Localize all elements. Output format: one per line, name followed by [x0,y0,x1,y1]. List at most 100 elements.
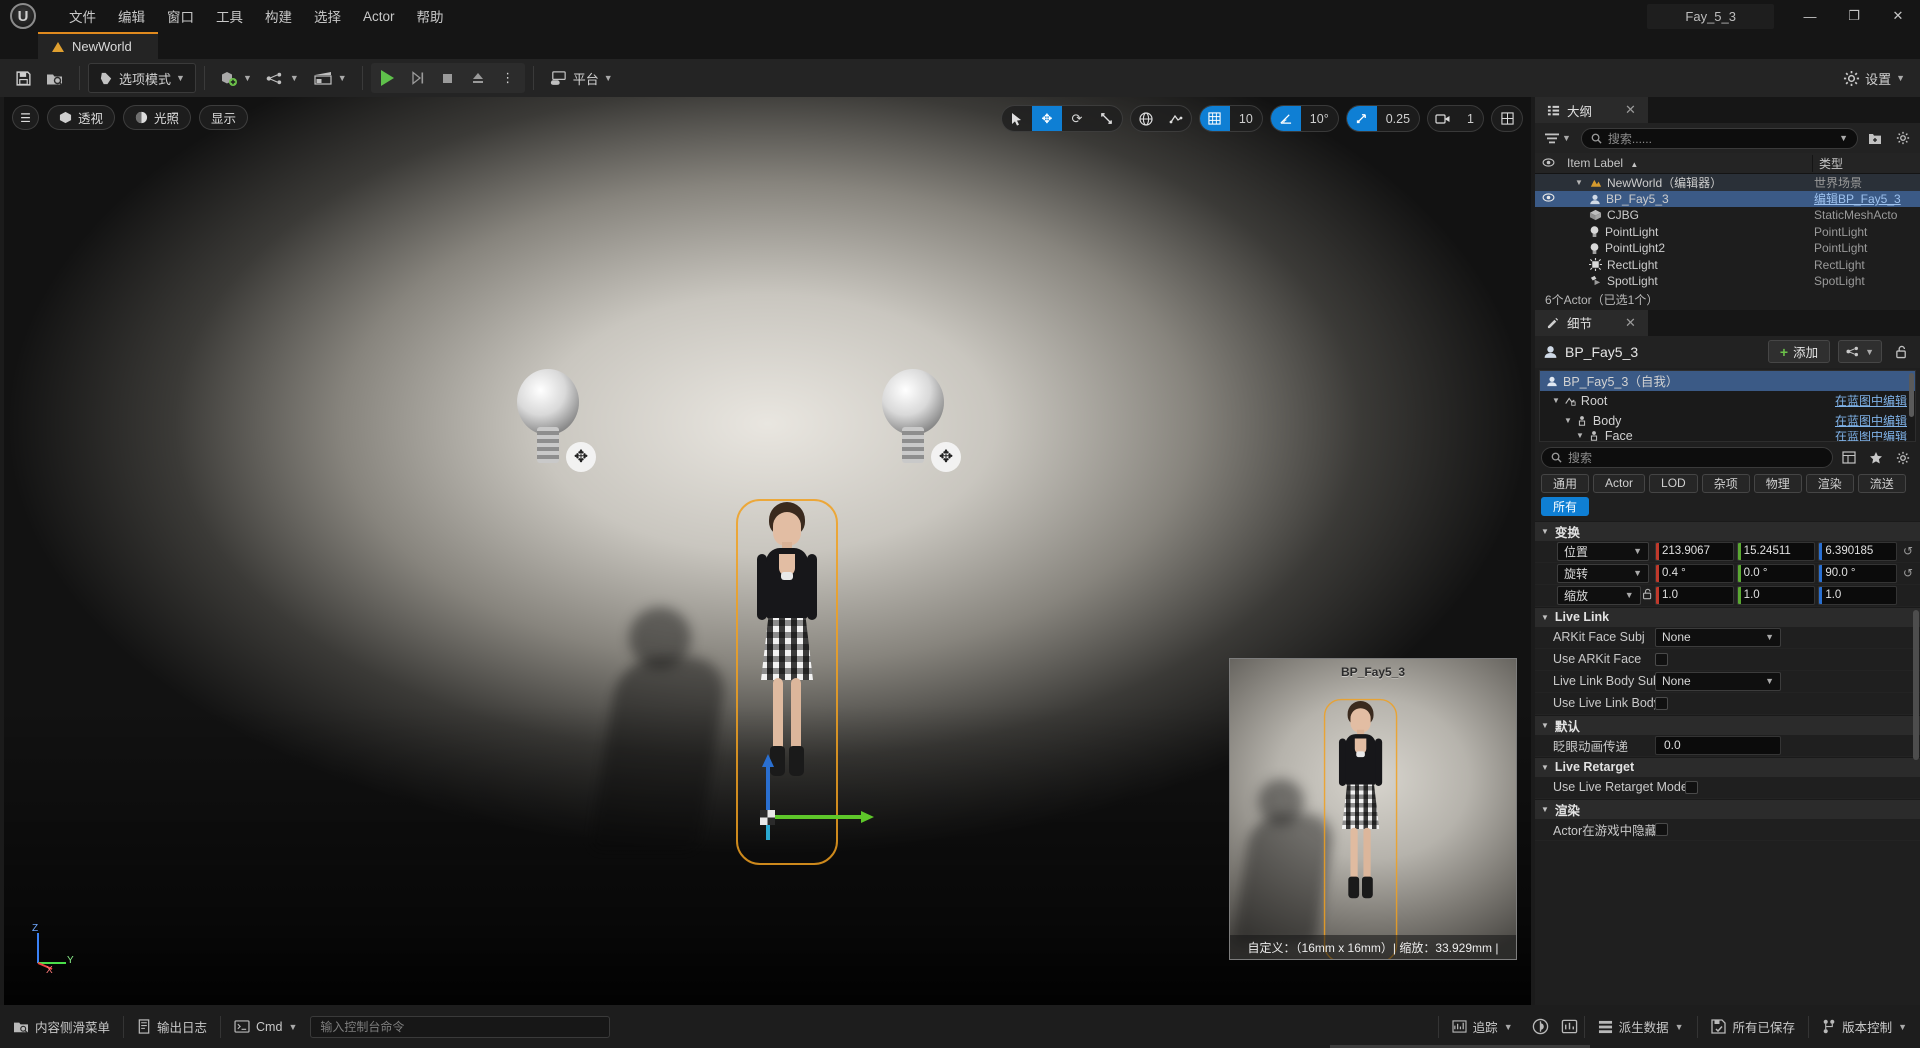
chevron-down-icon[interactable]: ▼ [1839,133,1848,143]
angle-snap-value[interactable]: 10° [1301,106,1338,131]
play-button[interactable] [373,63,403,93]
settings-dropdown[interactable]: 设置 ▼ [1836,63,1912,93]
use-livelink-body-checkbox[interactable] [1655,696,1668,710]
content-browser-icon[interactable] [39,63,71,93]
outliner-row-cjbg[interactable]: CJBG StaticMeshActo [1535,207,1920,224]
actor-hidden-in-game-checkbox[interactable] [1655,822,1668,836]
save-icon[interactable] [8,63,39,93]
move-handle-2[interactable]: ✥ [931,442,961,472]
section-header-default[interactable]: ▼ 默认 [1535,714,1920,735]
filter-tab-general[interactable]: 通用 [1541,473,1590,493]
menu-item-build[interactable]: 构建 [254,2,303,30]
details-search-input[interactable]: 搜索 [1541,447,1833,468]
selection-mode-dropdown[interactable]: 选项模式 ▼ [88,63,196,93]
derived-data-dropdown[interactable]: 派生数据 ▼ [1585,1005,1697,1048]
edit-in-blueprint-link-face[interactable]: 在蓝图中编辑 [1835,431,1907,441]
section-header-render[interactable]: ▼ 渲染 [1535,798,1920,819]
platforms-dropdown[interactable]: 平台 ▼ [542,63,620,93]
menu-item-file[interactable]: 文件 [58,2,107,30]
view-mode-dropdown[interactable]: 透视 [47,105,116,130]
scale-snap-toggle[interactable] [1346,106,1377,131]
rotation-mode-dropdown[interactable]: 旋转 ▼ [1557,563,1649,583]
scale-z-input[interactable]: 1.0 [1818,585,1898,605]
component-row-root[interactable]: ▼ Root 在蓝图中编辑 [1540,391,1915,411]
filter-tab-lod[interactable]: LOD [1649,473,1698,493]
camera-icon[interactable] [1428,106,1458,131]
details-scrollbar[interactable] [1913,609,1919,760]
scale-icon[interactable] [1092,106,1122,131]
outliner-row-spotlight[interactable]: SpotLight SpotLight [1535,273,1920,290]
location-x-input[interactable]: 213.9067 [1655,541,1734,561]
move-handle-1[interactable]: ✥ [566,442,596,472]
menu-item-window[interactable]: 窗口 [156,2,205,30]
favorites-star-icon[interactable] [1865,447,1887,469]
rotation-reset-icon[interactable]: ↺ [1900,566,1916,580]
all-saved-button[interactable]: 所有已保存 [1698,1005,1809,1048]
component-row-face[interactable]: ▼ Face 在蓝图中编辑 [1540,431,1915,441]
rotation-z-input[interactable]: 90.0 ° [1818,563,1898,583]
expand-arrow-icon[interactable]: ▼ [1575,178,1585,187]
eject-button[interactable] [463,63,493,93]
angle-snap-toggle[interactable] [1270,106,1301,131]
filter-tab-physics[interactable]: 物理 [1753,473,1802,493]
level-viewport[interactable]: ✥ ✥ ☰ 透视 光照 显示 ✥ ⟳ 10 10° 0.25 1 Z X Y B… [4,97,1531,1005]
livelink-body-subj-dropdown[interactable]: None ▼ [1655,671,1781,691]
select-arrow-icon[interactable] [1002,106,1032,131]
performance-icon[interactable] [1526,1005,1555,1048]
menu-item-select[interactable]: 选择 [303,2,352,30]
scale-y-input[interactable]: 1.0 [1736,585,1816,605]
section-header-live-retarget[interactable]: ▼ Live Retarget [1535,756,1920,777]
hamburger-menu-icon[interactable]: ☰ [12,105,39,130]
stats-icon[interactable] [1555,1005,1584,1048]
section-header-transform[interactable]: ▼ 变换 [1535,520,1920,541]
unlock-icon[interactable] [1890,341,1912,363]
menu-item-actor[interactable]: Actor [352,5,406,28]
blink-animation-input[interactable]: 0.0 [1655,735,1781,755]
type-column-header[interactable]: 类型 [1812,154,1920,172]
column-layout-icon[interactable] [1838,447,1860,469]
trace-dropdown[interactable]: 追踪 ▼ [1439,1005,1526,1048]
component-row-body[interactable]: ▼ Body 在蓝图中编辑 [1540,411,1915,431]
filter-tab-streaming[interactable]: 流送 [1857,473,1906,493]
lighting-mode-dropdown[interactable]: 光照 [123,105,192,130]
edit-in-blueprint-link-root[interactable]: 在蓝图中编辑 [1835,392,1907,409]
outliner-row-pointlight[interactable]: PointLight PointLight [1535,224,1920,241]
content-drawer-button[interactable]: 内容侧滑菜单 [0,1005,123,1048]
maximize-button[interactable]: ❐ [1832,0,1876,32]
filter-tab-actor[interactable]: Actor [1593,473,1646,493]
tab-details[interactable]: 细节 ✕ [1535,309,1648,336]
close-icon[interactable]: ✕ [1625,102,1636,118]
item-label-column-header[interactable]: Item Label ▲ [1561,156,1812,170]
actor-preview-pip[interactable]: BP_Fay5_3 自定义：（16mm x 16mm）| 缩放：33.929mm… [1229,658,1517,960]
add-folder-icon[interactable] [1864,127,1886,149]
world-coordinate-icon[interactable] [1131,106,1161,131]
viewport-layout-icon[interactable] [1492,106,1522,131]
location-z-input[interactable]: 6.390185 [1818,541,1898,561]
tab-newworld[interactable]: NewWorld [38,32,158,59]
console-command-input[interactable]: 输入控制台命令 [310,1015,611,1038]
visibility-toggle-bp-fay5-3[interactable] [1535,193,1561,205]
surface-snap-icon[interactable] [1161,106,1191,131]
location-y-input[interactable]: 15.24511 [1736,541,1816,561]
grid-snap-value[interactable]: 10 [1230,106,1262,131]
scale-mode-dropdown[interactable]: 缩放 ▼ [1557,585,1641,605]
add-actor-button[interactable]: ▼ [213,63,259,93]
component-options-dropdown[interactable]: ▼ [1838,340,1882,363]
outliner-type-bp-fay5-3[interactable]: 编辑BP_Fay5_3 [1812,190,1920,207]
use-live-retarget-mode-checkbox[interactable] [1685,780,1698,794]
use-arkit-face-checkbox[interactable] [1655,652,1668,666]
cmd-dropdown[interactable]: Cmd ▼ [221,1005,310,1048]
scale-snap-value[interactable]: 0.25 [1377,106,1419,131]
outliner-search-input[interactable]: 搜索...... ▼ [1580,127,1858,149]
outliner-row-bp-fay5-3[interactable]: BP_Fay5_3 编辑BP_Fay5_3 [1535,190,1920,207]
stop-button[interactable] [433,63,463,93]
tab-outliner[interactable]: 大纲 ✕ [1535,97,1648,123]
move-icon[interactable]: ✥ [1031,106,1062,131]
cinematics-button[interactable]: ▼ [306,63,354,93]
rotation-y-input[interactable]: 0.0 ° [1736,563,1816,583]
filter-tab-rendering[interactable]: 渲染 [1805,473,1854,493]
component-row-self[interactable]: BP_Fay5_3（自我） [1540,370,1915,391]
arkit-face-subj-dropdown[interactable]: None ▼ [1655,627,1781,647]
rotate-icon[interactable]: ⟳ [1062,106,1092,131]
source-control-dropdown[interactable]: 版本控制 ▼ [1809,1005,1920,1048]
